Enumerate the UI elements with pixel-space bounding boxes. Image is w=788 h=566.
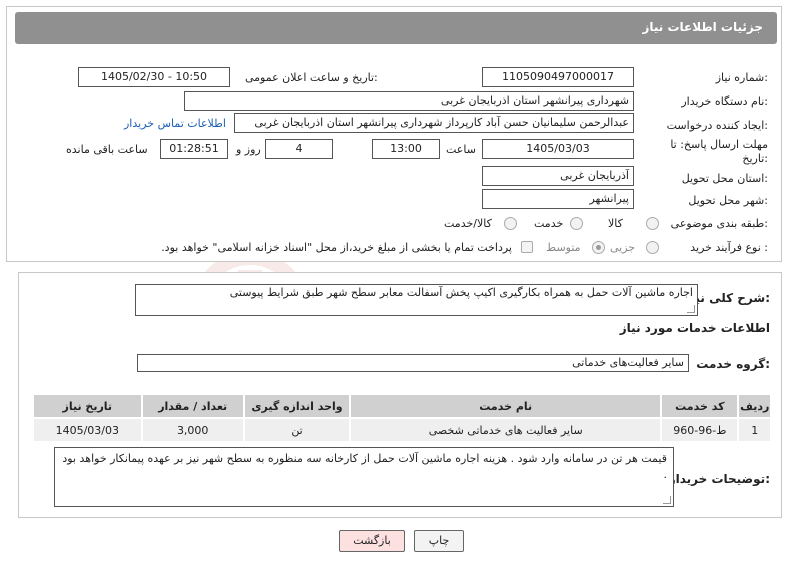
column-header-service-code: کد خدمت <box>660 393 740 419</box>
announce-field[interactable]: 1405/02/30 - 10:50 <box>78 67 230 87</box>
cell-service-code: ط-96-960 <box>660 417 740 443</box>
buyer-org-label: نام دستگاه خریدار: <box>681 95 768 108</box>
services-title: اطلاعات خدمات مورد نیاز <box>619 321 770 335</box>
requester-label: ایجاد کننده درخواست: <box>666 119 768 132</box>
table-row[interactable]: 1 ط-96-960 سایر فعالیت های خدماتی شخصی ت… <box>32 417 772 443</box>
cell-unit: تن <box>242 417 352 443</box>
column-header-quantity: تعداد / مقدار <box>140 393 245 419</box>
print-button[interactable]: چاپ <box>414 530 464 552</box>
requester-field[interactable]: عبدالرحمن سلیمانیان حسن آباد کارپرداز شه… <box>234 113 634 133</box>
remaining-label: ساعت باقی مانده <box>66 143 148 156</box>
buyer-notes-field[interactable]: قیمت هر تن در سامانه وارد شود . هزینه اج… <box>54 447 674 507</box>
category-option-both: کالا/خدمت <box>444 217 492 230</box>
column-header-unit: واحد اندازه گیری <box>242 393 352 419</box>
buyer-org-field[interactable]: شهرداری پیرانشهر استان اذربایجان غربی <box>184 91 634 111</box>
process-radio-medium[interactable] <box>592 241 605 254</box>
cell-need-date: 1405/03/03 <box>32 417 143 443</box>
treasury-payment-checkbox[interactable] <box>521 241 533 253</box>
category-option-goods: کالا <box>608 217 623 230</box>
process-label: نوع فرآیند خرید : <box>690 241 768 254</box>
category-label: طبقه بندی موضوعی: <box>670 217 768 230</box>
panel-title: جزئیات اطلاعات نیاز <box>642 20 763 34</box>
column-header-service-name: نام خدمت <box>349 393 663 419</box>
description-text: اجاره ماشین آلات حمل به همراه بکارگیری ا… <box>229 286 693 299</box>
table-header-row: ردیف کد خدمت نام خدمت واحد اندازه گیری ت… <box>32 393 772 419</box>
days-remaining-field[interactable]: 4 <box>265 139 333 159</box>
panel-header: جزئیات اطلاعات نیاز <box>15 12 777 44</box>
city-label: شهر محل تحویل: <box>688 194 768 207</box>
deadline-time-field[interactable]: 13:00 <box>372 139 440 159</box>
process-option-minor: جزیی <box>610 241 636 254</box>
treasury-payment-text: پرداخت تمام یا بخشی از مبلغ خرید،از محل … <box>161 241 512 254</box>
back-button[interactable]: بازگشت <box>339 530 405 552</box>
service-group-label: گروه خدمت: <box>696 357 770 371</box>
category-option-service: خدمت <box>534 217 564 230</box>
process-radio-minor[interactable] <box>646 241 659 254</box>
resize-grip-icon[interactable] <box>687 305 695 313</box>
category-radio-goods[interactable] <box>646 217 659 230</box>
days-label: روز و <box>236 143 261 156</box>
deadline-label-1: مهلت ارسال پاسخ: تا <box>670 138 768 151</box>
buyer-notes-text: قیمت هر تن در سامانه وارد شود . هزینه اج… <box>62 452 667 481</box>
category-radio-service[interactable] <box>570 217 583 230</box>
announce-label: تاریخ و ساعت اعلان عمومی: <box>245 71 378 84</box>
cell-service-name: سایر فعالیت های خدماتی شخصی <box>349 417 663 443</box>
buyer-notes-label: توضیحات خریدار: <box>668 472 770 486</box>
process-option-medium: متوسط <box>546 241 581 254</box>
buyer-contact-link[interactable]: اطلاعات تماس خریدار <box>124 117 226 130</box>
deadline-label-2: تاریخ: <box>742 152 768 165</box>
cell-row-number: 1 <box>737 417 772 443</box>
province-label: استان محل تحویل: <box>681 172 768 185</box>
description-field[interactable]: اجاره ماشین آلات حمل به همراه بکارگیری ا… <box>135 284 698 316</box>
category-radio-both[interactable] <box>504 217 517 230</box>
cell-quantity: 3,000 <box>140 417 245 443</box>
deadline-time-label: ساعت <box>446 143 476 156</box>
need-number-label: شماره نیاز: <box>715 71 768 84</box>
service-group-field[interactable]: سایر فعالیت‌های خدماتی <box>137 354 689 372</box>
need-number-field[interactable]: 1105090497000017 <box>482 67 634 87</box>
remaining-time-field[interactable]: 01:28:51 <box>160 139 228 159</box>
column-header-row-number: ردیف <box>737 393 772 419</box>
province-field[interactable]: آذربایجان غربی <box>482 166 634 186</box>
city-field[interactable]: پیرانشهر <box>482 189 634 209</box>
need-details-panel <box>6 6 782 262</box>
resize-grip-icon[interactable] <box>663 496 671 504</box>
deadline-date-field[interactable]: 1405/03/03 <box>482 139 634 159</box>
column-header-need-date: تاریخ نیاز <box>32 393 143 419</box>
services-table: ردیف کد خدمت نام خدمت واحد اندازه گیری ت… <box>32 393 772 443</box>
